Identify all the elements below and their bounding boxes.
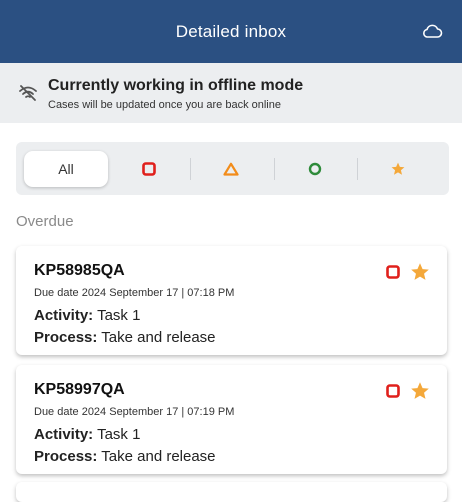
red-square-icon (386, 265, 400, 279)
orange-triangle-icon (223, 162, 239, 176)
process-label: Process: (34, 329, 98, 346)
star-icon[interactable] (409, 380, 431, 402)
section-label-overdue: Overdue (16, 213, 74, 230)
case-id: KP58985QA (34, 262, 125, 279)
star-icon[interactable] (409, 261, 431, 283)
offline-banner: Currently working in offline mode Cases … (0, 63, 462, 123)
app-header: Detailed inbox (0, 0, 462, 63)
case-icons (386, 261, 431, 283)
case-activity: Activity: Task 1 (34, 426, 140, 443)
filter-starred-button[interactable] (357, 151, 439, 187)
case-card[interactable]: KP58997QA Due date 2024 September 17 | 0… (16, 365, 447, 474)
process-value: Take and release (101, 329, 216, 346)
case-card[interactable] (16, 482, 447, 502)
wifi-off-icon (19, 85, 37, 101)
case-process: Process: Take and release (34, 329, 216, 346)
filter-all-button[interactable]: All (24, 151, 108, 187)
filter-green-button[interactable] (274, 151, 356, 187)
activity-value: Task 1 (97, 307, 141, 324)
red-square-icon (142, 162, 156, 176)
case-process: Process: Take and release (34, 448, 216, 465)
case-due-date: Due date 2024 September 17 | 07:18 PM (34, 287, 235, 299)
offline-subtitle: Cases will be updated once you are back … (48, 99, 281, 111)
green-circle-icon (308, 162, 322, 176)
case-card[interactable]: KP58985QA Due date 2024 September 17 | 0… (16, 246, 447, 355)
process-value: Take and release (101, 448, 216, 465)
case-icons (386, 380, 431, 402)
activity-label: Activity: (34, 426, 94, 443)
filter-red-button[interactable] (108, 151, 190, 187)
page-title: Detailed inbox (175, 21, 287, 41)
filter-orange-button[interactable] (190, 151, 272, 187)
cloud-icon (423, 24, 443, 38)
priority-filter-bar: All (16, 142, 449, 195)
case-activity: Activity: Task 1 (34, 307, 140, 324)
process-label: Process: (34, 448, 98, 465)
case-due-date: Due date 2024 September 17 | 07:19 PM (34, 406, 235, 418)
activity-label: Activity: (34, 307, 94, 324)
activity-value: Task 1 (97, 426, 141, 443)
case-id: KP58997QA (34, 381, 125, 398)
offline-title: Currently working in offline mode (48, 77, 304, 94)
red-square-icon (386, 384, 400, 398)
cloud-sync-button[interactable] (420, 20, 444, 42)
star-icon (391, 162, 405, 175)
